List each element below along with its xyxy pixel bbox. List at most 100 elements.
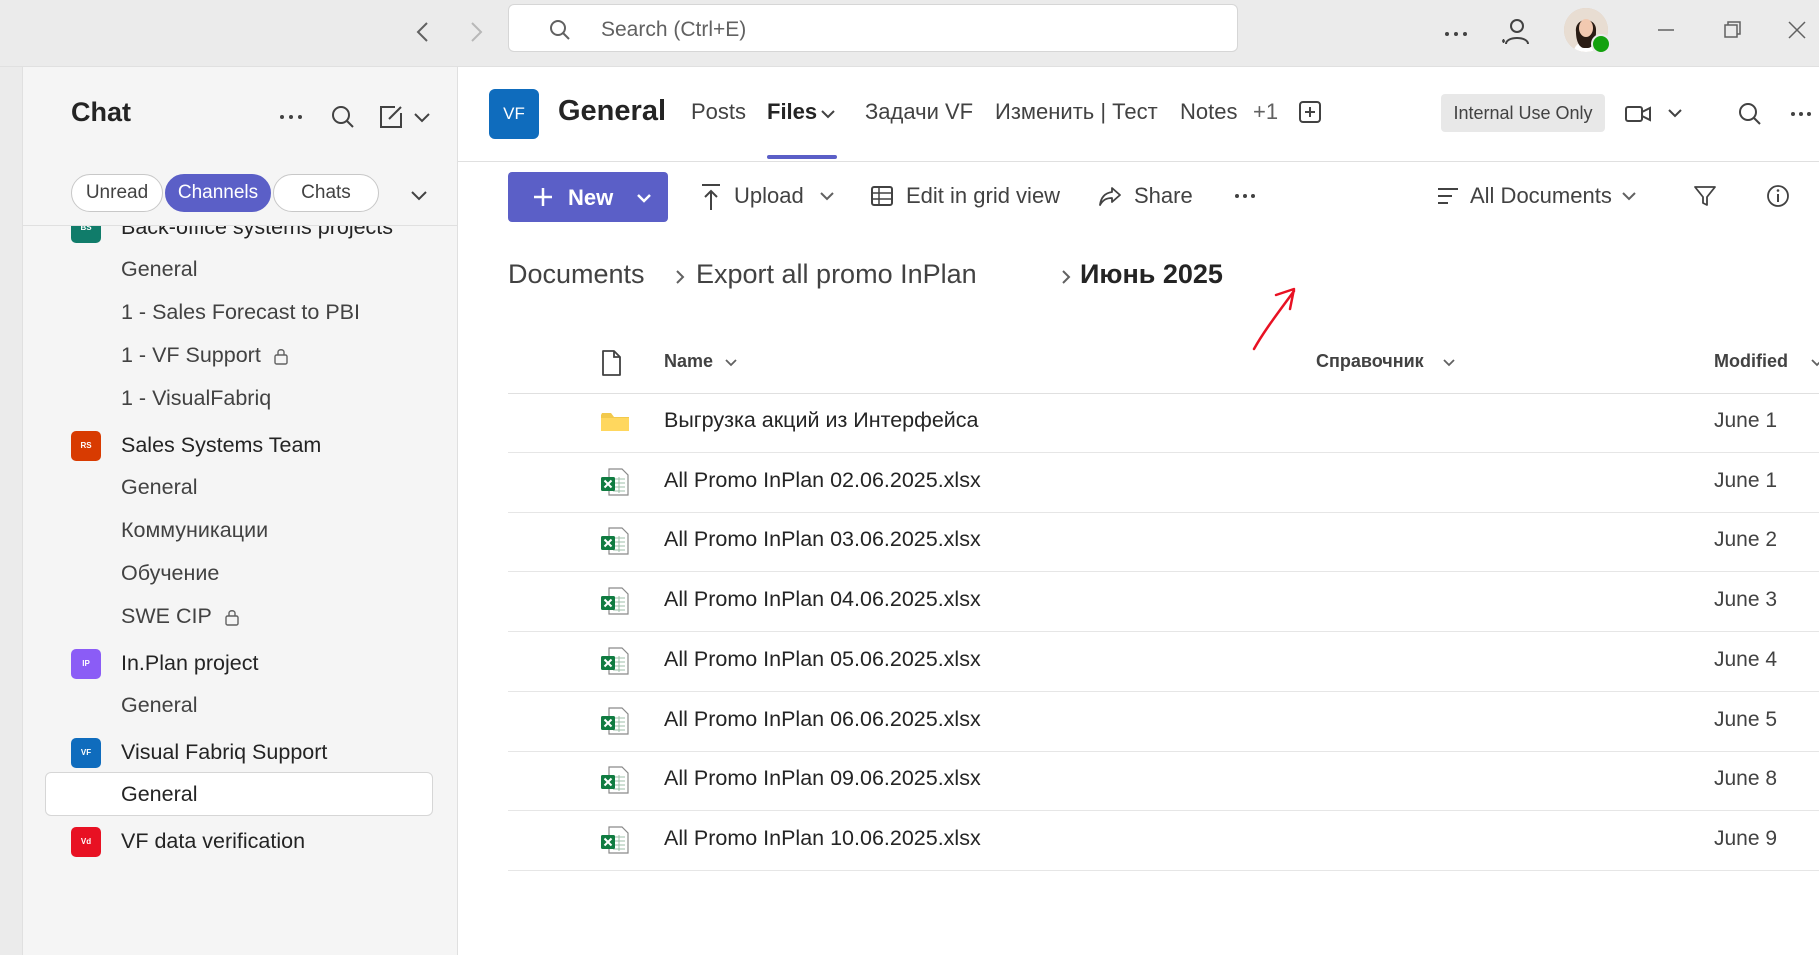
table-row[interactable]: Выгрузка акций из Интерфейса June 1 — [508, 393, 1819, 453]
team-avatar: RS — [71, 431, 101, 461]
add-tab-icon[interactable] — [1295, 97, 1325, 127]
channel-list: BS Back-office systems projects General 1 -… — [23, 226, 457, 955]
column-modified[interactable]: Modified — [1714, 351, 1788, 372]
search-input[interactable]: Search (Ctrl+E) — [508, 4, 1238, 52]
excel-file-icon — [601, 766, 629, 794]
share-button[interactable]: Share — [1098, 180, 1208, 214]
compose-icon[interactable] — [373, 99, 409, 135]
table-row[interactable]: All Promo InPlan 09.06.2025.xlsx June 8 — [508, 751, 1819, 812]
tab-tasks[interactable]: Задачи VF — [865, 99, 973, 125]
tab-overflow[interactable]: +1 — [1253, 99, 1278, 125]
chevron-down-icon[interactable] — [722, 353, 740, 371]
chevron-down-icon[interactable] — [1808, 353, 1819, 371]
table-row[interactable]: All Promo InPlan 05.06.2025.xlsx June 4 — [508, 632, 1819, 692]
channel-item[interactable]: Коммуникации — [23, 508, 457, 554]
edit-in-grid-view-button[interactable]: Edit in grid view — [870, 180, 1070, 214]
filter-icon[interactable] — [1688, 180, 1722, 214]
table-row[interactable]: All Promo InPlan 02.06.2025.xlsx June 1 — [508, 453, 1819, 513]
folder-icon — [601, 413, 629, 431]
excel-file-icon — [601, 826, 629, 854]
search-icon[interactable] — [1733, 97, 1767, 131]
channel-item[interactable]: 1 - Sales Forecast to PBI — [23, 290, 457, 336]
upload-icon — [702, 184, 720, 210]
file-name[interactable]: All Promo InPlan 03.06.2025.xlsx — [664, 527, 981, 552]
channel-name: General — [121, 693, 198, 717]
team-item[interactable]: VF Visual Fabriq Support — [23, 730, 457, 776]
modified-date: June 4 — [1714, 647, 1778, 671]
minimize-icon[interactable] — [1650, 14, 1682, 46]
modified-date: June 5 — [1714, 707, 1778, 731]
breadcrumb-documents[interactable]: Documents — [508, 259, 645, 290]
chevron-down-icon[interactable] — [816, 102, 840, 126]
more-options-icon[interactable] — [1228, 180, 1268, 214]
channel-item[interactable]: 1 - VisualFabriq — [23, 376, 457, 422]
more-options-icon[interactable] — [1438, 16, 1474, 52]
selected-channel-highlight — [45, 772, 433, 816]
more-options-icon[interactable] — [273, 99, 309, 135]
channel-item[interactable]: General — [23, 465, 457, 511]
channel-title: General — [558, 95, 666, 127]
excel-file-icon — [601, 647, 629, 675]
lock-icon — [274, 349, 288, 365]
team-logo: VF — [489, 89, 539, 139]
people-icon[interactable] — [1497, 14, 1535, 52]
back-arrow-icon[interactable] — [405, 14, 441, 50]
chevron-down-icon[interactable] — [408, 103, 436, 131]
video-camera-icon[interactable] — [1623, 99, 1653, 129]
table-row[interactable]: All Promo InPlan 10.06.2025.xlsx June 9 — [508, 811, 1819, 871]
excel-file-icon — [601, 527, 629, 555]
filter-channels[interactable]: Channels — [165, 174, 271, 212]
file-name[interactable]: Выгрузка акций из Интерфейса — [664, 408, 979, 433]
column-name[interactable]: Name — [664, 351, 713, 372]
file-name[interactable]: All Promo InPlan 02.06.2025.xlsx — [664, 468, 981, 493]
title-bar: Search (Ctrl+E) — [0, 0, 1819, 67]
share-icon — [1099, 187, 1121, 206]
upload-button[interactable]: Upload — [698, 180, 838, 214]
app-rail — [0, 67, 23, 955]
file-name[interactable]: All Promo InPlan 10.06.2025.xlsx — [664, 826, 981, 851]
channel-item[interactable]: General — [23, 247, 457, 293]
filter-unread[interactable]: Unread — [71, 174, 163, 212]
channel-item[interactable]: Обучение — [23, 551, 457, 597]
view-selector[interactable]: All Documents — [1436, 180, 1656, 214]
close-icon[interactable] — [1781, 14, 1813, 46]
column-reference[interactable]: Справочник — [1316, 351, 1424, 372]
team-item[interactable]: RS Sales Systems Team — [23, 423, 457, 469]
restore-icon[interactable] — [1716, 14, 1748, 46]
chevron-down-icon[interactable] — [1440, 353, 1458, 371]
filter-chats[interactable]: Chats — [273, 174, 379, 212]
tab-posts[interactable]: Posts — [691, 99, 746, 125]
search-icon[interactable] — [325, 99, 361, 135]
sensitivity-label[interactable]: Internal Use Only — [1441, 94, 1605, 132]
share-label: Share — [1134, 183, 1193, 208]
new-button[interactable]: New — [508, 172, 668, 222]
chevron-down-icon[interactable] — [405, 181, 433, 209]
tab-edit-test[interactable]: Изменить | Тест — [995, 99, 1158, 125]
channel-item[interactable]: 1 - VF Support — [23, 333, 457, 379]
info-icon[interactable] — [1761, 180, 1795, 214]
file-name[interactable]: All Promo InPlan 06.06.2025.xlsx — [664, 707, 981, 732]
team-item[interactable]: Vd VF data verification — [23, 819, 457, 865]
table-row[interactable]: All Promo InPlan 03.06.2025.xlsx June 2 — [508, 512, 1819, 573]
forward-arrow-icon[interactable] — [458, 14, 494, 50]
table-row[interactable]: All Promo InPlan 06.06.2025.xlsx June 5 — [508, 692, 1819, 752]
file-name[interactable]: All Promo InPlan 04.06.2025.xlsx — [664, 587, 981, 612]
chat-sidebar: Chat Unread Channels Chats BS Back-office… — [23, 67, 458, 955]
chevron-down-icon — [1622, 192, 1636, 201]
more-options-icon[interactable] — [1784, 97, 1818, 131]
team-name: VF data verification — [121, 829, 306, 853]
tab-files[interactable]: Files — [767, 99, 817, 125]
file-name[interactable]: All Promo InPlan 09.06.2025.xlsx — [664, 766, 981, 791]
chevron-down-icon[interactable] — [1663, 101, 1687, 125]
channel-name: General — [121, 782, 198, 806]
channel-item[interactable]: General — [23, 772, 457, 818]
channel-item[interactable]: SWE CIP — [23, 594, 457, 640]
channel-item[interactable]: General — [23, 683, 457, 729]
file-name[interactable]: All Promo InPlan 05.06.2025.xlsx — [664, 647, 981, 672]
table-header: Name Справочник Modified — [508, 329, 1819, 394]
chevron-right-icon — [1062, 270, 1071, 284]
team-item[interactable]: IP In.Plan project — [23, 641, 457, 687]
table-row[interactable]: All Promo InPlan 04.06.2025.xlsx June 3 — [508, 572, 1819, 633]
tab-notes[interactable]: Notes — [1180, 99, 1237, 125]
breadcrumb-export-folder[interactable]: Export all promo InPlan — [696, 259, 977, 290]
